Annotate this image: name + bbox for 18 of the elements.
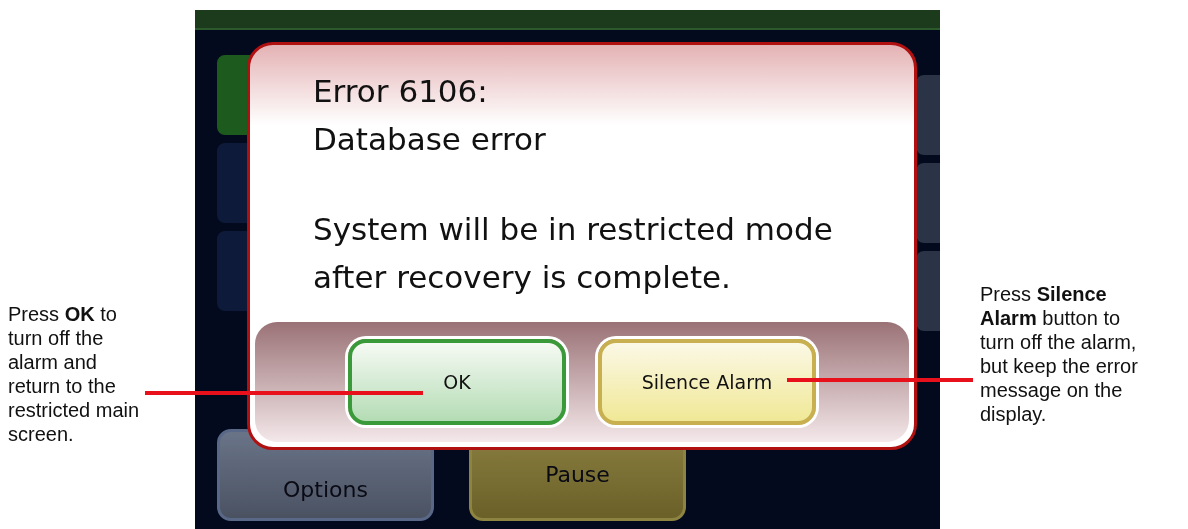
annotation-line: message on the bbox=[980, 378, 1123, 402]
error-message-line: after recovery is complete. bbox=[313, 258, 732, 297]
error-title-line: Database error bbox=[313, 120, 547, 159]
annotation-line: alarm and bbox=[8, 350, 97, 374]
annotation-line: display. bbox=[980, 402, 1047, 426]
annotation-line: turn off the alarm, bbox=[980, 330, 1137, 354]
error-title-line: Error 6106: bbox=[313, 72, 489, 111]
annotation-line: but keep the error bbox=[980, 354, 1138, 378]
annotation-line: Alarm button to bbox=[980, 306, 1121, 330]
annotation-line: return to the bbox=[8, 374, 116, 398]
dialog-button[interactable]: OK bbox=[348, 339, 566, 425]
annotation-line: screen. bbox=[8, 422, 74, 446]
dialog-button[interactable]: Silence Alarm bbox=[598, 339, 816, 425]
annotation-line: Press OK to bbox=[8, 302, 117, 326]
annotation-line: restricted main bbox=[8, 398, 140, 422]
annotation-line: turn off the bbox=[8, 326, 104, 350]
annotation-line: Press Silence bbox=[980, 282, 1107, 306]
error-message-line: System will be in restricted mode bbox=[313, 210, 834, 249]
